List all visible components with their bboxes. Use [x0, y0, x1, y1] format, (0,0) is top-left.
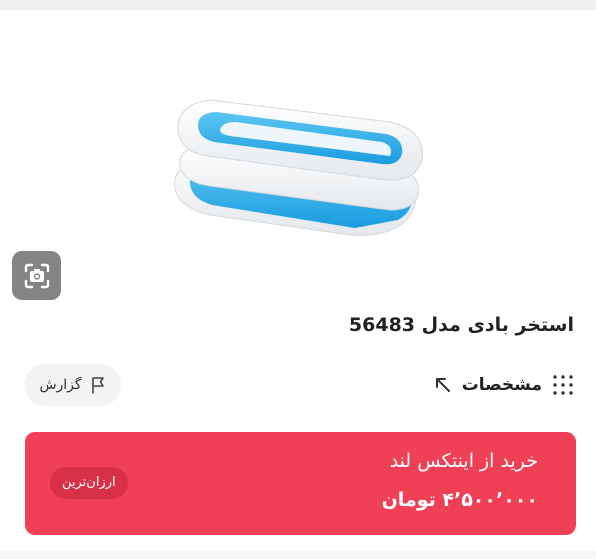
offer-card[interactable]: خرید از اینتکس لند ۴٬۵۰۰٬۰۰۰ تومان ارزان…	[25, 432, 576, 535]
cheapest-badge: ارزان‌ترین	[50, 467, 128, 499]
visual-search-button[interactable]	[12, 251, 61, 300]
report-label: گزارش	[39, 377, 82, 393]
report-button[interactable]: گزارش	[24, 364, 121, 406]
specs-link[interactable]: مشخصات	[434, 368, 574, 402]
seller-name: خرید از اینتکس لند	[389, 450, 538, 472]
product-image[interactable]	[150, 70, 440, 250]
inflatable-pool-image	[174, 99, 423, 236]
bottom-divider	[0, 551, 596, 559]
product-title: استخر بادی مدل 56483	[348, 314, 574, 336]
dots-grid-icon	[553, 375, 573, 395]
arrow-up-left-icon	[435, 378, 450, 392]
specs-label: مشخصات	[461, 375, 542, 395]
top-divider	[0, 0, 596, 10]
price: ۴٬۵۰۰٬۰۰۰ تومان	[381, 489, 538, 511]
flag-icon	[91, 377, 104, 394]
camera-search-icon	[24, 263, 49, 288]
